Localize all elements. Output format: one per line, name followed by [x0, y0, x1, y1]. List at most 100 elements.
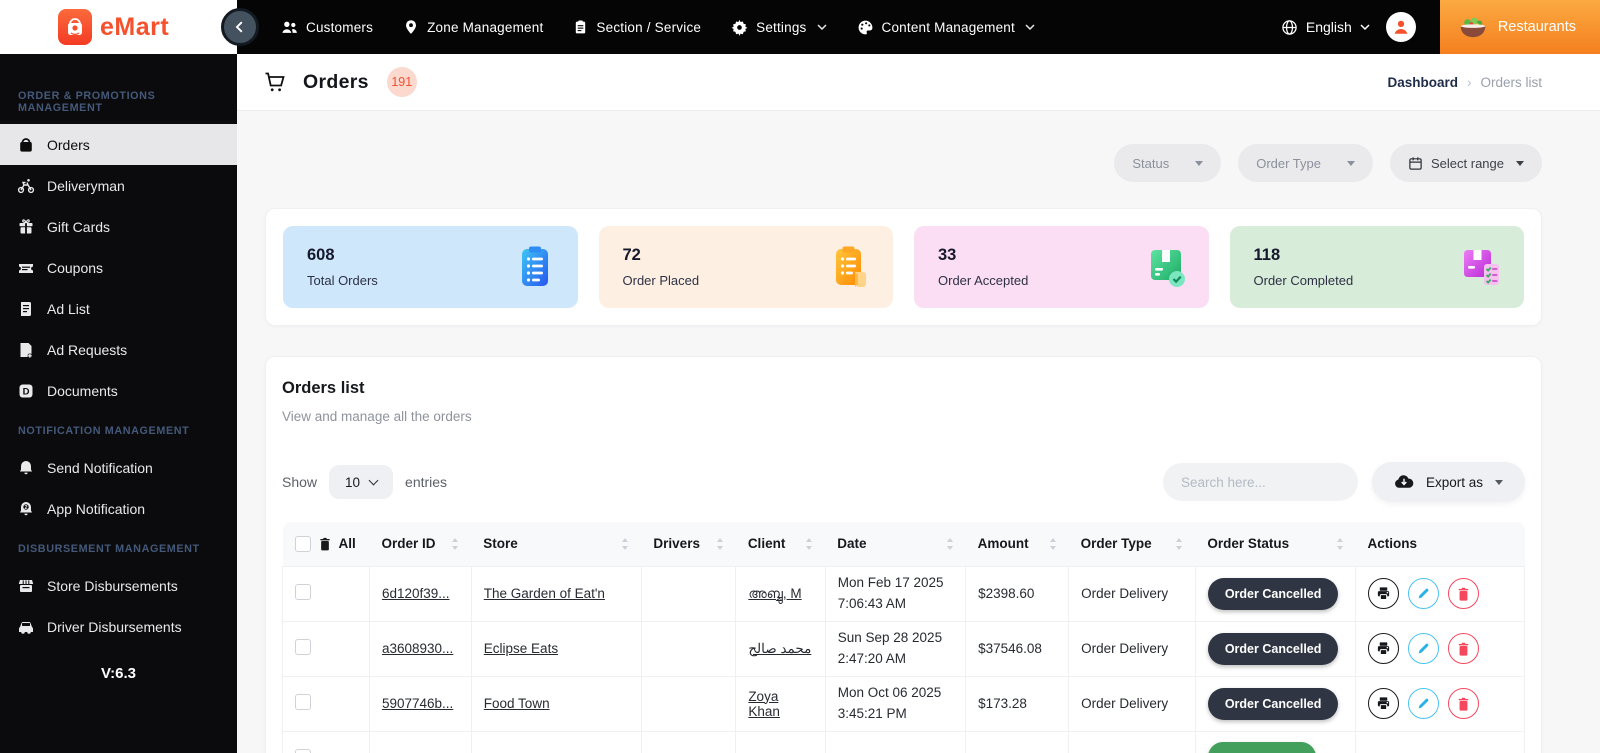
store-link[interactable]: Eclipse Eats: [484, 641, 558, 656]
sidebar-item-deliveryman[interactable]: Deliveryman: [0, 165, 237, 206]
sidebar-item-documents[interactable]: D Documents: [0, 370, 237, 411]
print-button[interactable]: [1368, 688, 1400, 719]
table-header-row: All Order ID Store Drivers Client Date A…: [282, 522, 1525, 566]
column-header-drivers[interactable]: Drivers: [641, 522, 736, 566]
order-id-link[interactable]: 6d120f39...: [382, 586, 450, 601]
sort-icon[interactable]: [946, 537, 954, 550]
cloud-download-icon: [1395, 475, 1414, 488]
sidebar-section-orders-promotions: ORDER & PROMOTIONS MANAGEMENT: [18, 90, 156, 114]
column-header-order-id[interactable]: Order ID: [369, 522, 472, 566]
pencil-icon: [1418, 643, 1429, 654]
client-link[interactable]: അബ്ബു, M: [748, 586, 801, 601]
sort-icon[interactable]: [621, 537, 629, 550]
order-type-filter-dropdown[interactable]: Order Type: [1238, 144, 1373, 182]
svg-text:2: 2: [25, 505, 28, 511]
client-link[interactable]: Zoya Khan: [748, 689, 780, 719]
nav-item-content-management[interactable]: Content Management: [857, 19, 1035, 36]
column-header-store[interactable]: Store: [471, 522, 642, 566]
sidebar-item-ad-list[interactable]: Ad List: [0, 288, 237, 329]
orders-count-badge: 191: [386, 67, 417, 97]
table-controls: Show 10 entries Export as: [282, 462, 1525, 502]
nav-item-settings[interactable]: Settings: [731, 19, 827, 36]
sidebar-collapse-button[interactable]: [221, 8, 259, 46]
sidebar-item-send-notification[interactable]: Send Notification: [0, 447, 237, 488]
sidebar-item-app-notification[interactable]: 2 App Notification: [0, 488, 237, 529]
client-link[interactable]: محمد صالح: [748, 641, 811, 656]
stat-card-total-orders: 608 Total Orders: [283, 226, 578, 308]
sidebar-item-store-disbursements[interactable]: Store Disbursements: [0, 565, 237, 606]
column-header-order-status[interactable]: Order Status: [1195, 522, 1356, 566]
app-version: V:6.3: [100, 665, 137, 682]
edit-button[interactable]: [1408, 688, 1440, 719]
sidebar-item-driver-disbursements[interactable]: Driver Disbursements: [0, 606, 237, 647]
language-selector[interactable]: English: [1281, 19, 1370, 36]
sort-icon[interactable]: [1336, 537, 1344, 550]
brand[interactable]: eMart: [0, 0, 237, 54]
pencil-icon: [1418, 588, 1429, 599]
trash-icon: [1458, 587, 1469, 601]
chevron-down-icon: [1025, 24, 1035, 30]
amount-cell: $2398.60: [965, 565, 1070, 622]
sidebar-item-coupons[interactable]: Coupons: [0, 247, 237, 288]
sidebar-item-ad-requests[interactable]: Ad Requests: [0, 329, 237, 370]
search-box: [1162, 463, 1358, 501]
delete-button[interactable]: [1448, 633, 1480, 664]
order-id-link[interactable]: a3608930...: [382, 641, 453, 656]
sort-icon[interactable]: [1175, 537, 1183, 550]
row-checkbox[interactable]: [295, 694, 311, 710]
row-checkbox[interactable]: [295, 639, 311, 655]
printer-icon: [1377, 642, 1390, 656]
table-row: 6d120f39... The Garden of Eat'n അബ്ബു, M…: [282, 565, 1525, 622]
sort-icon[interactable]: [716, 537, 724, 550]
delete-button[interactable]: [1448, 688, 1480, 719]
column-header-order-type[interactable]: Order Type: [1068, 522, 1196, 566]
status-filter-dropdown[interactable]: Status: [1114, 144, 1222, 182]
print-button[interactable]: [1368, 633, 1400, 664]
edit-button[interactable]: [1408, 633, 1440, 664]
column-header-date[interactable]: Date: [825, 522, 966, 566]
delete-button[interactable]: [1448, 578, 1480, 609]
sidebar-item-orders[interactable]: Orders: [0, 124, 237, 165]
nav-item-customers[interactable]: Customers: [281, 19, 373, 36]
row-checkbox[interactable]: [295, 749, 311, 753]
row-checkbox[interactable]: [295, 584, 311, 600]
user-avatar[interactable]: [1385, 12, 1416, 42]
order-id-link[interactable]: 5907746b...: [382, 696, 453, 711]
select-all-header: All: [282, 522, 370, 566]
nav-item-section-service[interactable]: Section / Service: [573, 19, 701, 35]
sidebar: ORDER & PROMOTIONS MANAGEMENT Orders Del…: [0, 54, 237, 753]
trash-icon: [1458, 697, 1469, 711]
drivers-cell: [640, 620, 737, 677]
sort-icon[interactable]: [451, 537, 459, 550]
customers-icon: [282, 21, 297, 33]
printer-icon: [1377, 697, 1390, 711]
breadcrumb-dashboard[interactable]: Dashboard: [1387, 75, 1458, 90]
date-range-filter[interactable]: Select range: [1390, 144, 1542, 182]
brand-name: eMart: [100, 12, 170, 41]
store-link[interactable]: The Garden of Eat'n: [484, 586, 605, 601]
amount-cell: $37546.08: [965, 620, 1070, 677]
nav-item-zone-management[interactable]: Zone Management: [403, 19, 543, 35]
entries-per-page-select[interactable]: 10: [329, 465, 394, 499]
sidebar-item-gift-cards[interactable]: Gift Cards: [0, 206, 237, 247]
print-button[interactable]: [1368, 578, 1400, 609]
search-input[interactable]: [1180, 474, 1358, 490]
sort-icon[interactable]: [805, 537, 813, 550]
bulk-delete-icon[interactable]: [319, 537, 331, 551]
column-header-client[interactable]: Client: [735, 522, 826, 566]
export-as-button[interactable]: Export as: [1371, 462, 1525, 502]
store-link[interactable]: Food Town: [484, 696, 550, 711]
chevron-down-icon: [1516, 160, 1524, 166]
edit-button[interactable]: [1408, 578, 1440, 609]
sort-icon[interactable]: [1049, 537, 1057, 550]
select-all-checkbox[interactable]: [294, 535, 311, 552]
stat-card-order-accepted: 33 Order Accepted: [914, 226, 1209, 308]
user-icon: [1394, 20, 1408, 34]
order-type-cell: Order Delivery: [1068, 620, 1196, 677]
chevron-down-icon: [816, 24, 827, 30]
column-header-amount[interactable]: Amount: [965, 522, 1069, 566]
restaurants-button[interactable]: Restaurants: [1439, 0, 1600, 54]
drivers-cell: [640, 565, 737, 622]
section-icon: [576, 20, 586, 34]
delivery-bike-icon: [17, 178, 35, 193]
